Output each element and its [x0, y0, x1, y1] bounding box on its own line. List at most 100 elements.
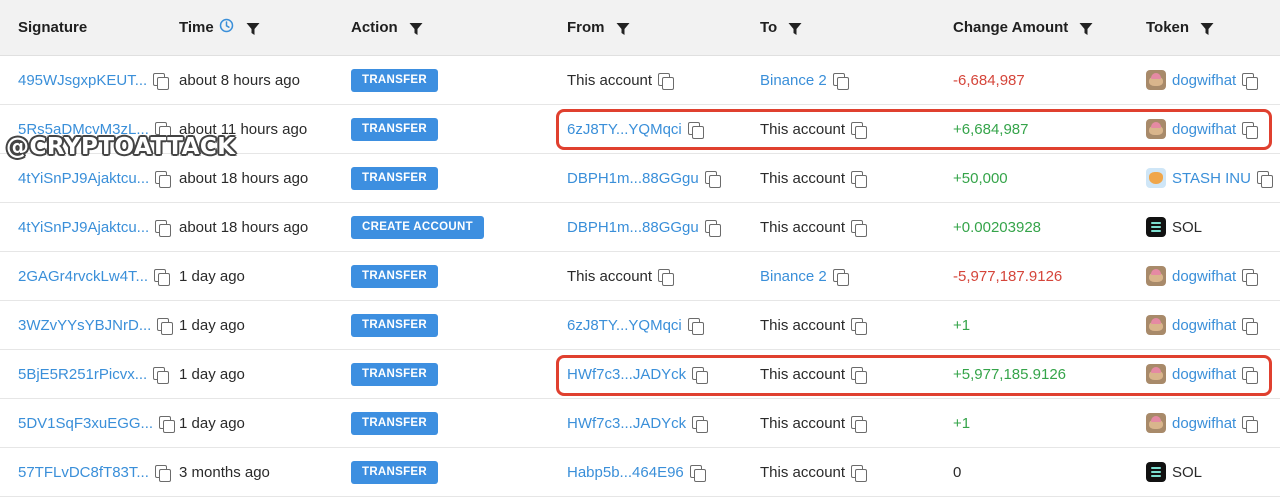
copy-icon[interactable] [154, 268, 171, 286]
from-address[interactable]: HWf7c3...JADYck [567, 415, 686, 432]
token-name: SOL [1172, 463, 1203, 481]
token-name[interactable]: dogwifhat [1172, 415, 1236, 432]
token-name[interactable]: dogwifhat [1172, 72, 1236, 89]
from-address[interactable]: 6zJ8TY...YQMqci [567, 121, 682, 138]
copy-icon[interactable] [692, 366, 709, 384]
copy-icon[interactable] [159, 415, 176, 433]
to-cell: This account [760, 301, 868, 349]
token-name[interactable]: dogwifhat [1172, 121, 1236, 138]
time-cell: about 8 hours ago [179, 56, 300, 104]
change-amount: +50,000 [953, 169, 1008, 187]
to-address[interactable]: Binance 2 [760, 268, 827, 285]
copy-icon[interactable] [153, 366, 170, 384]
signature-link[interactable]: 5BjE5R251rPicvx... [18, 366, 147, 383]
copy-icon[interactable] [851, 415, 868, 433]
from-address[interactable]: 6zJ8TY...YQMqci [567, 317, 682, 334]
copy-icon[interactable] [851, 317, 868, 335]
token-name[interactable]: dogwifhat [1172, 317, 1236, 334]
change-amount: +1 [953, 414, 971, 432]
copy-icon[interactable] [1242, 366, 1259, 384]
copy-icon[interactable] [658, 72, 675, 90]
dogwifhat-token-icon [1146, 315, 1166, 335]
time-text: 1 day ago [179, 316, 245, 334]
filter-icon[interactable] [409, 22, 423, 36]
signature-link[interactable]: 495WJsgxpKEUT... [18, 72, 147, 89]
signature-link[interactable]: 2GAGr4rvckLw4T... [18, 268, 148, 285]
token-cell: dogwifhat [1146, 399, 1259, 447]
from-address[interactable]: DBPH1m...88GGgu [567, 219, 699, 236]
copy-icon[interactable] [851, 219, 868, 237]
header-signature-label: Signature [18, 19, 88, 36]
table-row: 3WZvYYsYBJNrD... 1 day ago TRANSFER 6zJ8TY.… [0, 301, 1280, 350]
from-address[interactable]: HWf7c3...JADYck [567, 366, 686, 383]
sol-token-icon [1146, 217, 1166, 237]
to-cell: This account [760, 154, 868, 202]
from-cell: DBPH1m...88GGgu [567, 203, 721, 251]
signature-link[interactable]: 3WZvYYsYBJNrD... [18, 317, 151, 334]
header-from-label: From [567, 19, 605, 36]
signature-cell: 3WZvYYsYBJNrD... [18, 301, 174, 349]
copy-icon[interactable] [851, 170, 868, 188]
to-cell: This account [760, 350, 868, 398]
filter-icon[interactable] [1079, 22, 1093, 36]
header-change-amount-label: Change Amount [953, 19, 1069, 36]
filter-icon[interactable] [1200, 22, 1214, 36]
copy-icon[interactable] [658, 268, 675, 286]
watermark: @CRYPTOATTACK [6, 134, 236, 160]
copy-icon[interactable] [687, 121, 704, 139]
amount-cell: -6,684,987 [953, 56, 1025, 104]
from-address[interactable]: Habp5b...464E96 [567, 464, 684, 481]
copy-icon[interactable] [1242, 268, 1259, 286]
copy-icon[interactable] [1242, 121, 1259, 139]
copy-icon[interactable] [154, 464, 171, 482]
to-cell: This account [760, 399, 868, 447]
amount-cell: +5,977,185.9126 [953, 350, 1066, 398]
token-name[interactable]: dogwifhat [1172, 268, 1236, 285]
action-cell: TRANSFER [351, 56, 439, 104]
to-address: This account [760, 463, 846, 481]
copy-icon[interactable] [832, 72, 849, 90]
copy-icon[interactable] [687, 317, 704, 335]
copy-icon[interactable] [155, 219, 172, 237]
copy-icon[interactable] [1242, 415, 1259, 433]
from-address[interactable]: DBPH1m...88GGgu [567, 170, 699, 187]
copy-icon[interactable] [1242, 72, 1259, 90]
copy-icon[interactable] [157, 317, 174, 335]
signature-link[interactable]: 5DV1SqF3xuEGG... [18, 415, 153, 432]
filter-icon[interactable] [616, 22, 630, 36]
to-address: This account [760, 218, 846, 236]
header-to: To [760, 0, 802, 55]
copy-icon[interactable] [851, 464, 868, 482]
dogwifhat-token-icon [1146, 364, 1166, 384]
filter-icon[interactable] [788, 22, 802, 36]
copy-icon[interactable] [704, 170, 721, 188]
copy-icon[interactable] [153, 72, 170, 90]
to-address: This account [760, 120, 846, 138]
time-cell: about 18 hours ago [179, 203, 308, 251]
signature-link[interactable]: 4tYiSnPJ9Ajaktcu... [18, 219, 149, 236]
token-cell: SOL [1146, 448, 1202, 496]
stash-inu-token-icon [1146, 168, 1166, 188]
signature-link[interactable]: 4tYiSnPJ9Ajaktcu... [18, 170, 149, 187]
clock-icon[interactable] [219, 18, 234, 37]
token-cell: dogwifhat [1146, 105, 1259, 153]
copy-icon[interactable] [851, 366, 868, 384]
copy-icon[interactable] [832, 268, 849, 286]
from-cell: 6zJ8TY...YQMqci [567, 105, 704, 153]
dogwifhat-token-icon [1146, 413, 1166, 433]
signature-link[interactable]: 57TFLvDC8fT83T... [18, 464, 149, 481]
amount-cell: +1 [953, 301, 970, 349]
copy-icon[interactable] [704, 219, 721, 237]
copy-icon[interactable] [1242, 317, 1259, 335]
copy-icon[interactable] [692, 415, 709, 433]
token-name[interactable]: STASH INU [1172, 170, 1251, 187]
token-name[interactable]: dogwifhat [1172, 366, 1236, 383]
copy-icon[interactable] [155, 170, 172, 188]
action-cell: TRANSFER [351, 105, 439, 153]
to-address[interactable]: Binance 2 [760, 72, 827, 89]
copy-icon[interactable] [1256, 170, 1273, 188]
dogwifhat-token-icon [1146, 266, 1166, 286]
filter-icon[interactable] [246, 22, 260, 36]
copy-icon[interactable] [851, 121, 868, 139]
copy-icon[interactable] [689, 464, 706, 482]
